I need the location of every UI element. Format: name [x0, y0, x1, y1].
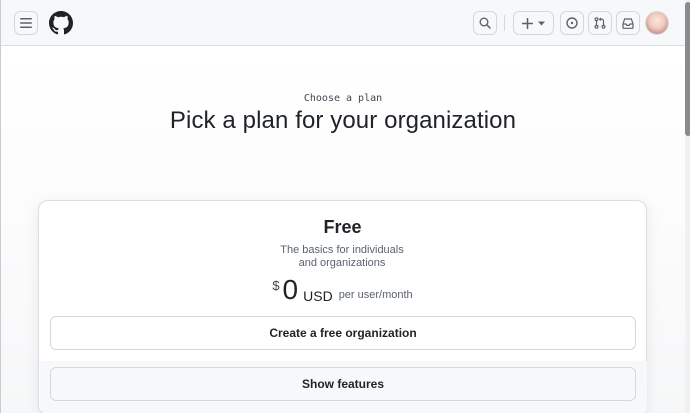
- plan-name: Free: [323, 217, 362, 237]
- user-avatar[interactable]: [645, 11, 669, 35]
- hamburger-icon: [20, 18, 32, 28]
- menu-button[interactable]: [14, 11, 38, 35]
- create-new-button[interactable]: [513, 11, 554, 35]
- git-pull-request-icon: [594, 17, 606, 29]
- plan-description-line: and organizations: [298, 257, 386, 269]
- choose-plan-eyebrow: Choose a plan: [303, 93, 383, 104]
- page-scrollbar[interactable]: [685, 0, 690, 413]
- page-title: Pick a plan for your organization: [169, 107, 517, 134]
- issue-opened-icon: [566, 17, 578, 29]
- search-button[interactable]: [473, 11, 497, 35]
- price-amount: 0: [282, 274, 299, 305]
- pull-requests-button[interactable]: [588, 11, 612, 35]
- inbox-icon: [622, 17, 634, 29]
- header-divider: [504, 15, 505, 31]
- issues-button[interactable]: [560, 11, 584, 35]
- plan-description-line: The basics for individuals: [280, 244, 404, 256]
- show-features-button[interactable]: Show features: [50, 367, 636, 401]
- price-period: per user/month: [338, 289, 413, 301]
- search-icon: [479, 17, 491, 29]
- create-free-organization-button[interactable]: Create a free organization: [50, 316, 636, 350]
- inbox-button[interactable]: [616, 11, 640, 35]
- global-header: [1, 0, 685, 46]
- triangle-down-icon: [538, 21, 545, 25]
- scrollbar-thumb[interactable]: [685, 2, 690, 136]
- currency-code: USD: [303, 288, 333, 304]
- currency-symbol: $: [272, 278, 280, 293]
- browser-page: Choose a plan Pick a plan for your organ…: [0, 0, 690, 413]
- plan-description: The basics for individuals and organizat…: [242, 244, 442, 270]
- main-content: Choose a plan Pick a plan for your organ…: [1, 47, 685, 413]
- free-plan-card: Free The basics for individuals and orga…: [38, 200, 647, 413]
- plus-icon: [522, 17, 533, 29]
- plan-price: $ 0 USD per user/month: [39, 275, 646, 305]
- github-logo-icon[interactable]: [49, 11, 73, 35]
